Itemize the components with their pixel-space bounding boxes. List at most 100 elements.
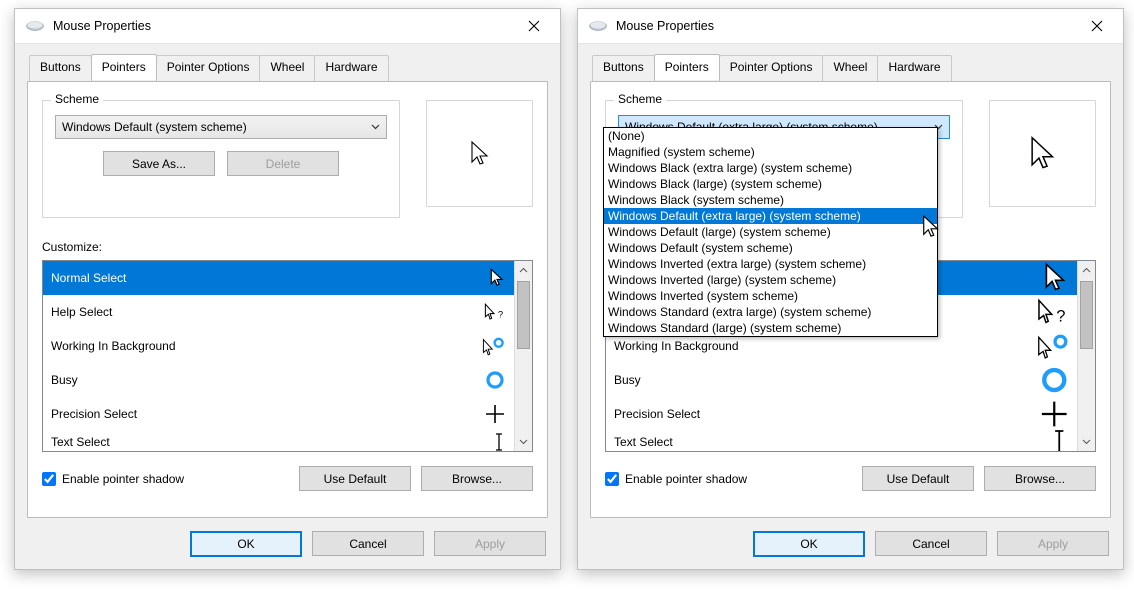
ok-button[interactable]: OK bbox=[190, 531, 302, 557]
tab-hardware[interactable]: Hardware bbox=[877, 55, 951, 81]
scroll-up-icon[interactable] bbox=[1078, 261, 1095, 279]
tab-strip: Buttons Pointers Pointer Options Wheel H… bbox=[592, 54, 1111, 80]
cursor-help-icon: ? bbox=[479, 302, 505, 322]
customize-label: Customize: bbox=[42, 240, 533, 254]
use-default-button[interactable]: Use Default bbox=[862, 466, 974, 491]
list-item-busy[interactable]: Busy bbox=[606, 363, 1078, 397]
cursor-cross-icon bbox=[1042, 403, 1068, 425]
scheme-dropdown-list[interactable]: (None)Magnified (system scheme)Windows B… bbox=[603, 127, 938, 337]
enable-shadow-checkbox[interactable]: Enable pointer shadow bbox=[605, 472, 747, 486]
cursor-ibeam-icon bbox=[479, 432, 505, 452]
tab-hardware[interactable]: Hardware bbox=[314, 55, 388, 81]
scheme-option[interactable]: Windows Default (system scheme) bbox=[604, 240, 937, 256]
scheme-option[interactable]: Windows Inverted (system scheme) bbox=[604, 288, 937, 304]
tab-wheel[interactable]: Wheel bbox=[822, 55, 878, 81]
scheme-option[interactable]: Windows Standard (large) (system scheme) bbox=[604, 320, 937, 336]
tab-buttons[interactable]: Buttons bbox=[29, 55, 92, 81]
browse-button[interactable]: Browse... bbox=[984, 466, 1096, 491]
chevron-down-icon bbox=[371, 124, 380, 130]
tab-strip: Buttons Pointers Pointer Options Wheel H… bbox=[29, 54, 548, 80]
apply-button[interactable]: Apply bbox=[997, 531, 1109, 556]
titlebar: Mouse Properties bbox=[578, 9, 1123, 44]
save-as-button[interactable]: Save As... bbox=[103, 151, 215, 176]
cursor-arrow-icon bbox=[1028, 135, 1058, 173]
scheme-group: Scheme Windows Default (system scheme) S… bbox=[42, 100, 400, 218]
cursor-working-icon bbox=[479, 336, 505, 356]
scroll-thumb[interactable] bbox=[1080, 281, 1093, 349]
enable-shadow-input[interactable] bbox=[42, 472, 56, 486]
scheme-option[interactable]: Windows Black (large) (system scheme) bbox=[604, 176, 937, 192]
client-area: Buttons Pointers Pointer Options Wheel H… bbox=[578, 44, 1123, 569]
list-item-working[interactable]: Working In Background bbox=[43, 329, 515, 363]
cursor-arrow-icon bbox=[469, 140, 491, 168]
scheme-value: Windows Default (system scheme) bbox=[62, 120, 247, 134]
window-title: Mouse Properties bbox=[616, 19, 1079, 33]
cursor-help-icon: ? bbox=[1042, 300, 1068, 324]
list-item-label: Precision Select bbox=[614, 407, 700, 421]
list-item-label: Working In Background bbox=[51, 339, 176, 353]
apply-button[interactable]: Apply bbox=[434, 531, 546, 556]
list-item-label: Busy bbox=[614, 373, 641, 387]
list-item-text-select[interactable]: Text Select bbox=[43, 431, 515, 452]
scroll-down-icon[interactable] bbox=[1078, 433, 1095, 451]
scheme-option[interactable]: Magnified (system scheme) bbox=[604, 144, 937, 160]
scrollbar[interactable] bbox=[514, 261, 532, 451]
cancel-button[interactable]: Cancel bbox=[875, 531, 987, 556]
pointer-listbox[interactable]: Normal Select Help Select ? Working In B… bbox=[42, 260, 533, 452]
scheme-option[interactable]: Windows Black (extra large) (system sche… bbox=[604, 160, 937, 176]
tab-buttons[interactable]: Buttons bbox=[592, 55, 655, 81]
scheme-combobox[interactable]: Windows Default (system scheme) bbox=[55, 115, 387, 139]
enable-shadow-checkbox[interactable]: Enable pointer shadow bbox=[42, 472, 184, 486]
scroll-down-icon[interactable] bbox=[515, 433, 532, 451]
scheme-option[interactable]: Windows Default (large) (system scheme) bbox=[604, 224, 937, 240]
list-item-label: Text Select bbox=[614, 435, 673, 449]
list-item-precision[interactable]: Precision Select bbox=[43, 397, 515, 431]
list-item-text-select[interactable]: Text Select bbox=[606, 431, 1078, 452]
tab-pointers[interactable]: Pointers bbox=[91, 54, 157, 80]
scheme-label: Scheme bbox=[614, 92, 666, 106]
client-area: Buttons Pointers Pointer Options Wheel H… bbox=[15, 44, 560, 569]
scheme-option[interactable]: Windows Inverted (large) (system scheme) bbox=[604, 272, 937, 288]
cancel-button[interactable]: Cancel bbox=[312, 531, 424, 556]
pointer-preview bbox=[989, 100, 1096, 207]
scheme-option[interactable]: (None) bbox=[604, 128, 937, 144]
cursor-arrow-icon bbox=[479, 268, 505, 288]
cursor-arrow-icon bbox=[1042, 265, 1068, 291]
scroll-thumb[interactable] bbox=[517, 281, 530, 349]
tab-wheel[interactable]: Wheel bbox=[259, 55, 315, 81]
tab-pointer-options[interactable]: Pointer Options bbox=[719, 55, 824, 81]
tab-page: Scheme Windows Default (system scheme) S… bbox=[27, 81, 548, 518]
scroll-up-icon[interactable] bbox=[515, 261, 532, 279]
list-item-precision[interactable]: Precision Select bbox=[606, 397, 1078, 431]
mouse-properties-dialog-open: Mouse Properties Buttons Pointers Pointe… bbox=[577, 8, 1124, 570]
ok-button[interactable]: OK bbox=[753, 531, 865, 557]
scheme-option[interactable]: Windows Black (system scheme) bbox=[604, 192, 937, 208]
scheme-option[interactable]: Windows Standard (extra large) (system s… bbox=[604, 304, 937, 320]
window-title: Mouse Properties bbox=[53, 19, 516, 33]
cursor-arrow-icon bbox=[921, 214, 941, 240]
delete-button[interactable]: Delete bbox=[227, 151, 339, 176]
list-item-normal-select[interactable]: Normal Select bbox=[43, 261, 515, 295]
browse-button[interactable]: Browse... bbox=[421, 466, 533, 491]
mouse-icon bbox=[588, 20, 608, 32]
use-default-button[interactable]: Use Default bbox=[299, 466, 411, 491]
list-item-busy[interactable]: Busy bbox=[43, 363, 515, 397]
scheme-option[interactable]: Windows Inverted (extra large) (system s… bbox=[604, 256, 937, 272]
titlebar: Mouse Properties bbox=[15, 9, 560, 44]
tab-pointers[interactable]: Pointers bbox=[654, 54, 720, 80]
scheme-option[interactable]: Windows Default (extra large) (system sc… bbox=[604, 208, 937, 224]
scheme-label: Scheme bbox=[51, 92, 103, 106]
close-button[interactable] bbox=[516, 12, 552, 40]
pointer-preview bbox=[426, 100, 533, 207]
list-item-label: Help Select bbox=[51, 305, 112, 319]
cursor-busy-icon bbox=[479, 370, 505, 390]
list-item-help-select[interactable]: Help Select ? bbox=[43, 295, 515, 329]
cursor-working-icon bbox=[1042, 334, 1068, 358]
tab-pointer-options[interactable]: Pointer Options bbox=[156, 55, 261, 81]
close-button[interactable] bbox=[1079, 12, 1115, 40]
list-item-label: Precision Select bbox=[51, 407, 137, 421]
enable-shadow-input[interactable] bbox=[605, 472, 619, 486]
close-icon bbox=[1091, 20, 1103, 32]
scrollbar[interactable] bbox=[1077, 261, 1095, 451]
list-item-label: Busy bbox=[51, 373, 78, 387]
